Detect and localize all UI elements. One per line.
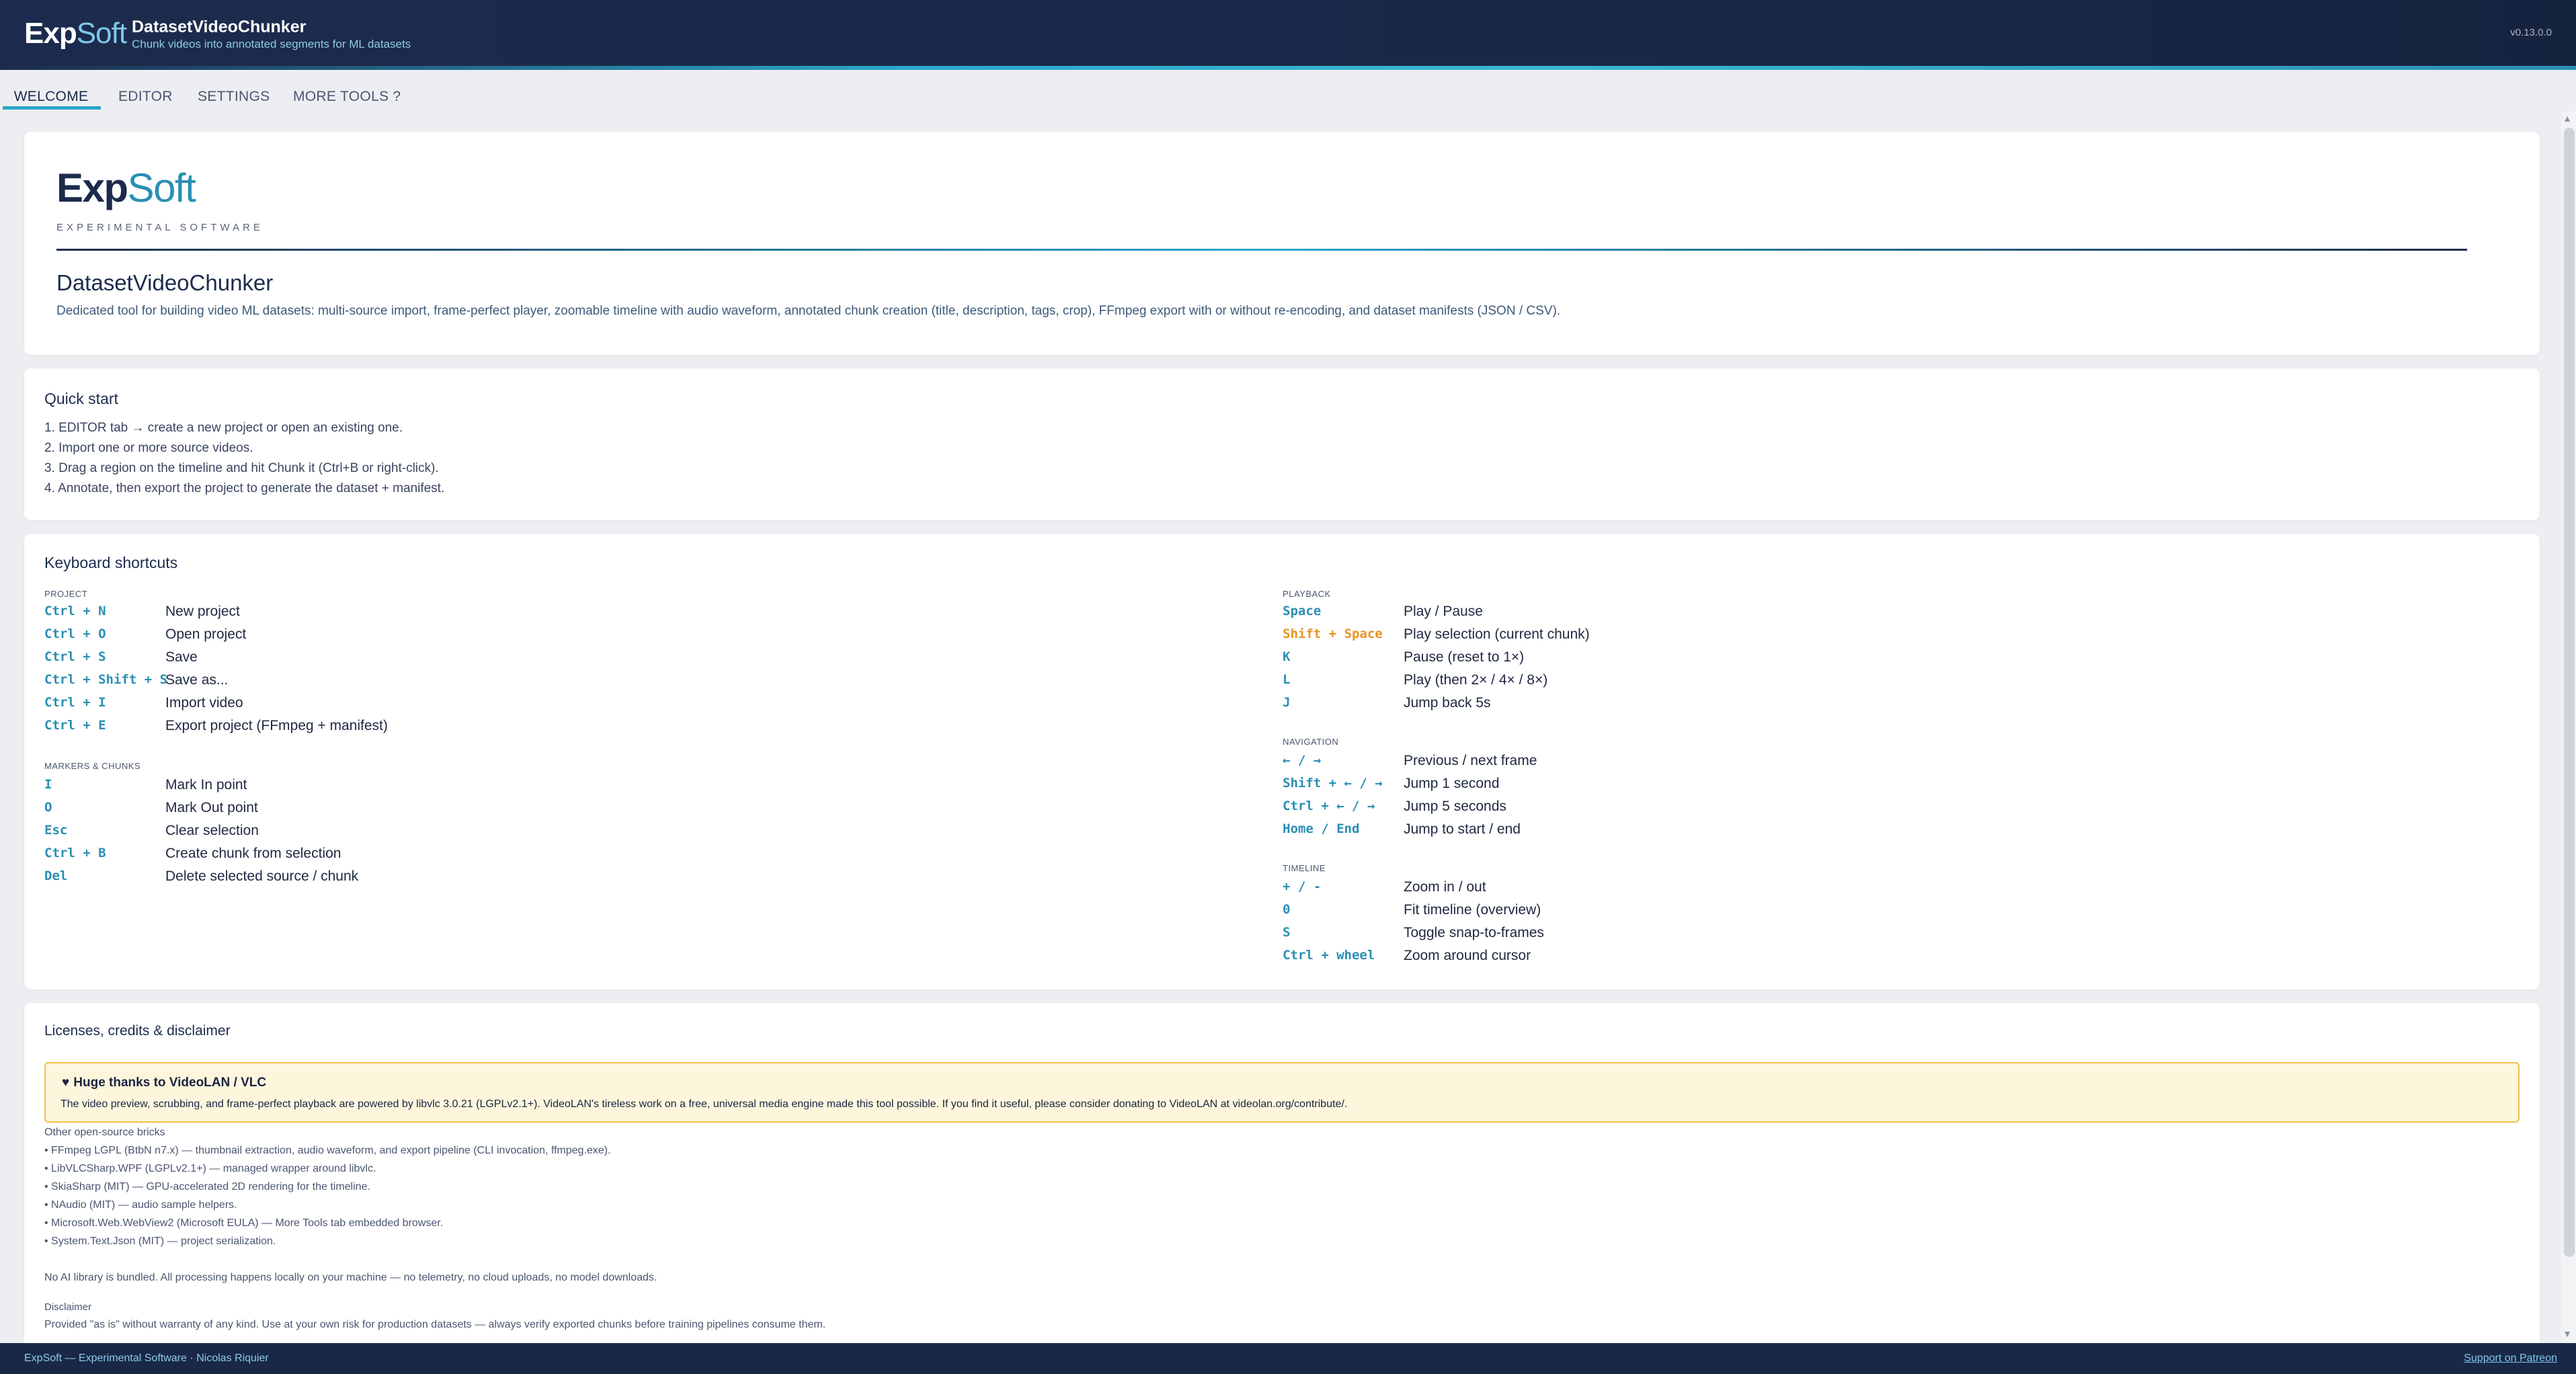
shortcut-desc: Export project (FFmpeg + manifest) bbox=[165, 718, 388, 733]
shortcut-key: ← / → bbox=[1283, 753, 1322, 768]
shortcut-desc: Mark Out point bbox=[165, 800, 258, 815]
shortcut-desc: Jump to start / end bbox=[1404, 821, 1521, 837]
quick-start-step: 2. Import one or more source videos. bbox=[44, 441, 253, 455]
quick-start-title: Quick start bbox=[44, 390, 118, 407]
brick-item: • System.Text.Json (MIT) — project seria… bbox=[44, 1236, 276, 1247]
shortcuts-card: Keyboard shortcuts PROJECT Ctrl + N New … bbox=[24, 534, 2540, 989]
shortcut-desc: Play (then 2× / 4× / 8×) bbox=[1404, 672, 1548, 688]
scroll-down-icon[interactable]: ▼ bbox=[2563, 1328, 2572, 1339]
section-label-navigation: NAVIGATION bbox=[1283, 737, 1339, 747]
shortcut-desc: Save as... bbox=[165, 672, 229, 688]
tab-bar: WELCOME EDITOR SETTINGS MORE TOOLS ? bbox=[0, 70, 2576, 112]
active-tab-indicator bbox=[3, 106, 101, 110]
quick-start-step: 4. Annotate, then export the project to … bbox=[44, 481, 445, 495]
shortcut-key: Ctrl + E bbox=[44, 718, 106, 733]
section-label-timeline: TIMELINE bbox=[1283, 863, 1326, 873]
shortcut-key: Ctrl + S bbox=[44, 649, 106, 664]
app-title: DatasetVideoChunker bbox=[132, 17, 307, 36]
shortcut-desc: Open project bbox=[165, 627, 247, 642]
brick-item: • LibVLCSharp.WPF (LGPLv2.1+) — managed … bbox=[44, 1163, 376, 1174]
shortcut-key: K bbox=[1283, 649, 1291, 664]
section-label-project: PROJECT bbox=[44, 589, 88, 599]
bricks-label: Other open-source bricks bbox=[44, 1127, 165, 1138]
intro-description: Dedicated tool for building video ML dat… bbox=[56, 304, 1561, 318]
shortcut-key: L bbox=[1283, 672, 1291, 687]
app-footer: ExpSoft — Experimental Software · Nicola… bbox=[0, 1343, 2576, 1374]
tab-editor[interactable]: EDITOR bbox=[102, 82, 189, 112]
footer-credit: ExpSoft — Experimental Software · Nicola… bbox=[24, 1352, 269, 1364]
shortcut-key: S bbox=[1283, 925, 1291, 940]
shortcuts-title: Keyboard shortcuts bbox=[44, 554, 178, 571]
brand-logo: ExpSoft bbox=[56, 165, 196, 210]
brick-item: • NAudio (MIT) — audio sample helpers. bbox=[44, 1199, 237, 1211]
vlc-thanks-title: ♥ Huge thanks to VideoLAN / VLC bbox=[62, 1076, 267, 1090]
brand-tagline: EXPERIMENTAL SOFTWARE bbox=[56, 222, 264, 233]
intro-title: DatasetVideoChunker bbox=[56, 270, 274, 295]
patreon-link[interactable]: Support on Patreon bbox=[2464, 1352, 2557, 1365]
shortcut-key: Ctrl + B bbox=[44, 846, 106, 860]
shortcut-desc: Toggle snap-to-frames bbox=[1404, 925, 1544, 940]
quick-start-card: Quick start 1. EDITOR tab → create a new… bbox=[24, 368, 2540, 520]
shortcut-desc: Delete selected source / chunk bbox=[165, 868, 359, 884]
section-label-playback: PLAYBACK bbox=[1283, 589, 1331, 599]
disclaimer-text: Provided "as is" without warranty of any… bbox=[44, 1319, 826, 1330]
heart-icon: ♥ bbox=[62, 1076, 70, 1090]
app-header: ExpSoft DatasetVideoChunker Chunk videos… bbox=[0, 0, 2576, 66]
brand-divider bbox=[56, 249, 2467, 251]
shortcut-desc: Mark In point bbox=[165, 777, 247, 793]
shortcut-desc: Jump 1 second bbox=[1404, 776, 1500, 791]
shortcut-desc: Zoom in / out bbox=[1404, 879, 1486, 895]
app-logo: ExpSoft bbox=[24, 17, 127, 50]
shortcut-key: Ctrl + I bbox=[44, 695, 106, 710]
scrollbar-thumb[interactable] bbox=[2564, 128, 2575, 1257]
shortcut-key: Del bbox=[44, 868, 68, 883]
shortcut-key: Shift + Space bbox=[1283, 627, 1383, 641]
shortcut-key: Ctrl + Shift + S bbox=[44, 672, 168, 687]
vlc-thanks-text: The video preview, scrubbing, and frame-… bbox=[61, 1098, 1348, 1110]
shortcut-desc: Play selection (current chunk) bbox=[1404, 627, 1590, 642]
tab-settings[interactable]: SETTINGS bbox=[182, 82, 286, 112]
quick-start-step: 3. Drag a region on the timeline and hit… bbox=[44, 461, 439, 475]
shortcut-key: I bbox=[44, 777, 52, 792]
shortcut-desc: Create chunk from selection bbox=[165, 846, 341, 861]
shortcut-desc: Zoom around cursor bbox=[1404, 948, 1531, 963]
shortcut-key: + / - bbox=[1283, 879, 1322, 894]
shortcut-key: J bbox=[1283, 695, 1291, 710]
shortcut-desc: Import video bbox=[165, 695, 243, 711]
shortcut-desc: Save bbox=[165, 649, 198, 665]
shortcut-desc: Jump 5 seconds bbox=[1404, 799, 1506, 814]
shortcut-key: Shift + ← / → bbox=[1283, 776, 1383, 791]
shortcut-key: 0 bbox=[1283, 902, 1291, 917]
shortcut-key: Home / End bbox=[1283, 821, 1360, 836]
no-ai-note: No AI library is bundled. All processing… bbox=[44, 1272, 657, 1283]
shortcut-desc: Fit timeline (overview) bbox=[1404, 902, 1541, 918]
shortcut-key: Ctrl + wheel bbox=[1283, 948, 1375, 963]
quick-start-step: 1. EDITOR tab → create a new project or … bbox=[44, 421, 403, 435]
shortcut-key: Ctrl + N bbox=[44, 604, 106, 618]
vlc-thanks-box: ♥ Huge thanks to VideoLAN / VLC The video… bbox=[44, 1062, 2520, 1123]
scroll-up-icon[interactable]: ▲ bbox=[2563, 113, 2572, 124]
shortcut-desc: Previous / next frame bbox=[1404, 753, 1537, 768]
shortcut-key: Ctrl + ← / → bbox=[1283, 799, 1375, 813]
shortcut-desc: Jump back 5s bbox=[1404, 695, 1491, 711]
shortcut-desc: Play / Pause bbox=[1404, 604, 1483, 619]
shortcut-desc: Clear selection bbox=[165, 823, 259, 838]
licenses-card: Licenses, credits & disclaimer ♥ Huge tha… bbox=[24, 1003, 2540, 1343]
tab-more-tools[interactable]: MORE TOOLS ? bbox=[277, 82, 417, 112]
shortcut-key: Space bbox=[1283, 604, 1322, 618]
shortcut-key: Esc bbox=[44, 823, 68, 838]
brick-item: • FFmpeg LGPL (BtbN n7.x) — thumbnail ex… bbox=[44, 1145, 611, 1156]
section-label-markers: MARKERS & CHUNKS bbox=[44, 761, 141, 771]
shortcut-key: Ctrl + O bbox=[44, 627, 106, 641]
shortcut-key: O bbox=[44, 800, 52, 815]
version-label: v0.13.0.0 bbox=[2510, 27, 2552, 38]
licenses-title: Licenses, credits & disclaimer bbox=[44, 1023, 231, 1039]
shortcut-desc: Pause (reset to 1×) bbox=[1404, 649, 1525, 665]
disclaimer-label: Disclaimer bbox=[44, 1301, 92, 1313]
shortcut-desc: New project bbox=[165, 604, 240, 619]
brick-item: • SkiaSharp (MIT) — GPU-accelerated 2D r… bbox=[44, 1181, 370, 1193]
brick-item: • Microsoft.Web.WebView2 (Microsoft EULA… bbox=[44, 1217, 444, 1229]
intro-card: ExpSoft EXPERIMENTAL SOFTWARE DatasetVid… bbox=[24, 132, 2540, 355]
app-subtitle: Chunk videos into annotated segments for… bbox=[132, 38, 411, 50]
